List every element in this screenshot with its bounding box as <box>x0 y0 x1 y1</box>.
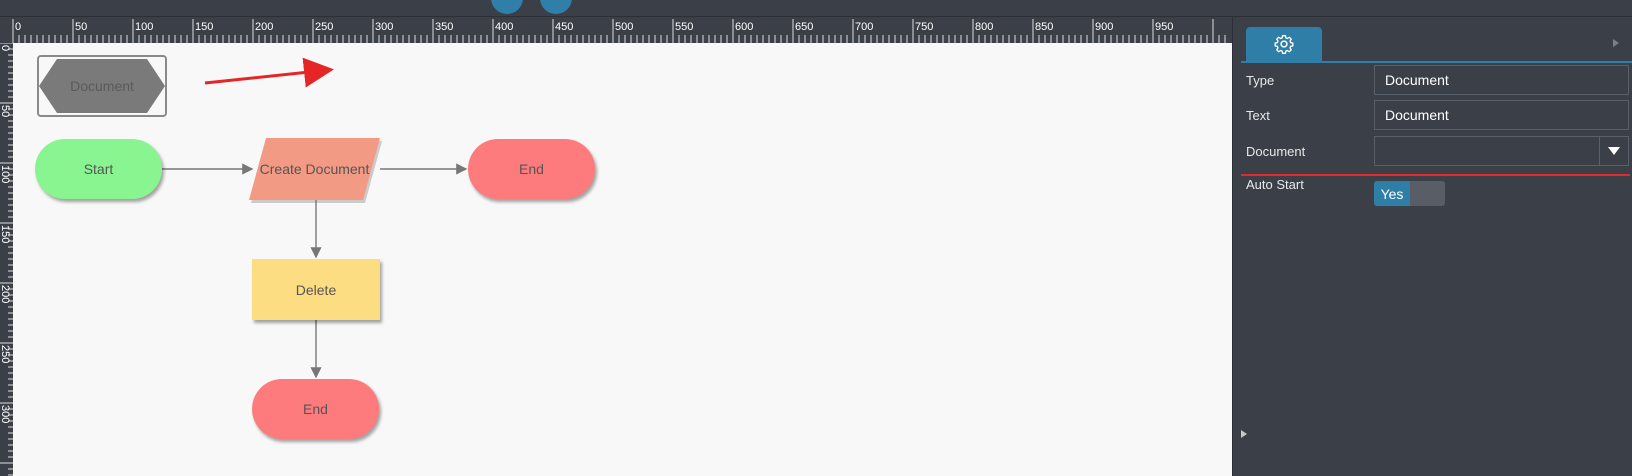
ruler-label: 350 <box>435 21 453 33</box>
highlight-underline <box>1241 174 1630 176</box>
end-node-bottom-label: End <box>303 401 328 417</box>
document-label: Document <box>1246 144 1306 159</box>
ruler-label: 250 <box>315 21 333 33</box>
ruler-label: 800 <box>975 21 993 33</box>
ruler-label: 850 <box>1035 21 1053 33</box>
top-toolbar <box>0 0 1632 17</box>
document-select[interactable] <box>1374 136 1629 166</box>
type-field[interactable]: Document <box>1374 65 1629 95</box>
ruler-label: 950 <box>1155 21 1173 33</box>
delete-node[interactable]: Delete <box>252 259 380 320</box>
ruler-label: 300 <box>375 21 393 33</box>
panel-expand-icon[interactable] <box>1613 39 1619 47</box>
ruler-label: 700 <box>855 21 873 33</box>
ruler-label: 200 <box>0 285 11 303</box>
ruler-label: 650 <box>795 21 813 33</box>
start-node-label: Start <box>83 161 114 177</box>
auto-start-label: Auto Start <box>1246 177 1304 192</box>
annotation-arrow <box>204 57 334 88</box>
delete-node-label: Delete <box>295 281 337 298</box>
end-node-bottom[interactable]: End <box>252 379 379 439</box>
ruler-label: 0 <box>0 45 11 51</box>
auto-start-toggle-on: Yes <box>1374 181 1410 206</box>
horizontal-ruler: 0 50 100 150 200 250 300 350 400 450 500 550 600 650 7… <box>0 17 1232 43</box>
text-field[interactable]: Document <box>1374 100 1629 130</box>
ruler-label: 450 <box>555 21 573 33</box>
ruler-label: 100 <box>0 165 11 183</box>
create-document-node[interactable]: Create Document <box>249 138 382 203</box>
ruler-label: 550 <box>675 21 693 33</box>
gear-icon <box>1274 35 1294 54</box>
ruler-label: 0 <box>15 21 21 33</box>
ruler-label: 500 <box>615 21 633 33</box>
type-label: Type <box>1246 73 1275 88</box>
selected-document-shape[interactable]: Document <box>37 55 167 117</box>
ruler-label: 50 <box>0 105 11 117</box>
toolbar-circle-button[interactable] <box>540 0 572 14</box>
dropdown-button[interactable] <box>1599 137 1628 165</box>
ruler-label: 100 <box>135 21 153 33</box>
ruler-label: 150 <box>195 21 213 33</box>
settings-tab[interactable] <box>1246 27 1322 61</box>
ruler-label: 150 <box>0 225 11 243</box>
tab-underline <box>1241 61 1632 63</box>
end-node-right[interactable]: End <box>468 139 595 199</box>
ruler-label: 900 <box>1095 21 1113 33</box>
ruler-label: 600 <box>735 21 753 33</box>
start-node[interactable]: Start <box>35 139 162 199</box>
connectors-layer <box>162 57 468 379</box>
ruler-label: 200 <box>255 21 273 33</box>
selected-shape-label: Document <box>70 78 134 94</box>
ruler-label: 50 <box>75 21 87 33</box>
diagram-canvas[interactable]: Document Start Create Document End Delet… <box>13 43 1232 476</box>
ruler-label: 400 <box>495 21 513 33</box>
text-label: Text <box>1246 108 1270 123</box>
create-document-label: Create Document <box>259 161 370 177</box>
ruler-label: 750 <box>915 21 933 33</box>
end-node-right-label: End <box>519 161 544 177</box>
properties-panel: Type Document Text Document Document Aut… <box>1232 17 1632 476</box>
ruler-label: 250 <box>0 345 11 363</box>
auto-start-toggle[interactable]: Yes <box>1374 181 1445 206</box>
chevron-down-icon <box>1608 147 1620 155</box>
toolbar-circle-button[interactable] <box>491 0 523 14</box>
vertical-ruler: 0 50 100 150 200 250 300 <box>0 43 13 476</box>
ruler-label: 300 <box>0 405 11 423</box>
panel-collapse-icon[interactable] <box>1241 430 1247 438</box>
